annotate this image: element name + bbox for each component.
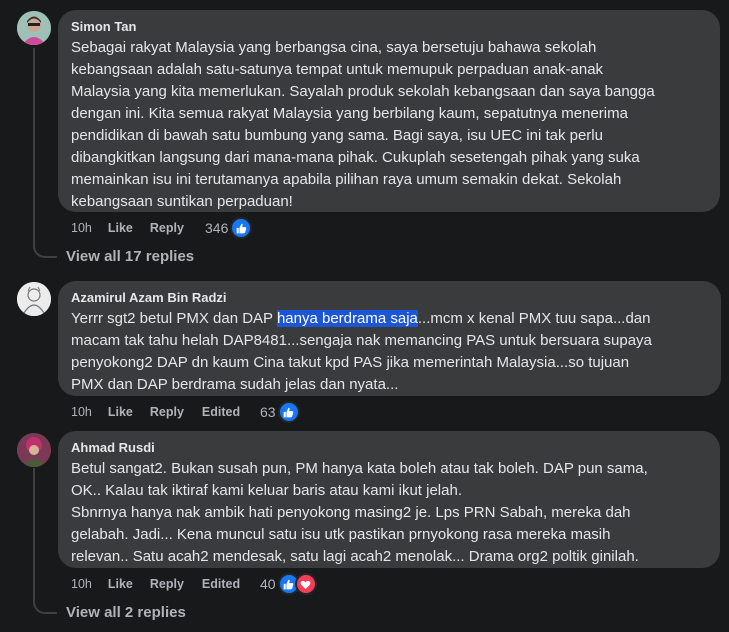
comment-time[interactable]: 10h (71, 221, 92, 235)
like-button[interactable]: Like (108, 221, 133, 235)
thread-elbow (33, 588, 57, 614)
thread-line (33, 468, 35, 588)
comment-author[interactable]: Simon Tan (71, 18, 708, 35)
view-replies-link[interactable]: View all 17 replies (66, 248, 194, 265)
avatar[interactable] (17, 282, 51, 316)
like-reaction-icon (277, 401, 300, 423)
reply-button[interactable]: Reply (150, 577, 184, 591)
thread-elbow (33, 234, 57, 258)
comment-text-part: Yerrr sgt2 betul PMX dan DAP (71, 310, 277, 327)
comment-actions: 10h Like Reply Edited (71, 574, 240, 594)
comment-text: Sebagai rakyat Malaysia yang berbangsa c… (71, 39, 655, 210)
comment-bubble: Simon Tan Sebagai rakyat Malaysia yang b… (58, 10, 720, 212)
edited-label[interactable]: Edited (202, 405, 240, 419)
avatar[interactable] (17, 11, 51, 45)
comment-time[interactable]: 10h (71, 405, 92, 419)
like-button[interactable]: Like (108, 405, 133, 419)
comment-author[interactable]: Ahmad Rusdi (71, 439, 708, 456)
comment-actions: 10h Like Reply Edited (71, 402, 240, 422)
reaction-count: 63 (260, 404, 276, 420)
love-reaction-icon (294, 573, 317, 595)
reaction-count: 40 (260, 576, 276, 592)
reaction-summary[interactable]: 40 (260, 573, 317, 595)
comment-text: Betul sangat2. Bukan susah pun, PM hanya… (71, 460, 648, 565)
reply-button[interactable]: Reply (150, 405, 184, 419)
reply-button[interactable]: Reply (150, 221, 184, 235)
like-button[interactable]: Like (108, 577, 133, 591)
avatar[interactable] (17, 433, 51, 467)
comment-bubble: Azamirul Azam Bin Radzi Yerrr sgt2 betul… (58, 281, 721, 396)
comment-bubble: Ahmad Rusdi Betul sangat2. Bukan susah p… (58, 431, 720, 568)
thread-line (33, 48, 35, 234)
reaction-summary[interactable]: 63 (260, 401, 300, 423)
like-reaction-icon (230, 217, 253, 239)
comment-author[interactable]: Azamirul Azam Bin Radzi (71, 289, 709, 306)
comment-actions: 10h Like Reply (71, 218, 184, 238)
edited-label[interactable]: Edited (202, 577, 240, 591)
comment-time[interactable]: 10h (71, 577, 92, 591)
selected-text[interactable]: hanya berdrama saja (276, 310, 418, 327)
comment-text: Yerrr sgt2 betul PMX dan DAP hanya berdr… (71, 308, 709, 396)
reaction-count: 346 (205, 220, 229, 236)
reaction-summary[interactable]: 346 (205, 217, 253, 239)
view-replies-link[interactable]: View all 2 replies (66, 604, 186, 621)
